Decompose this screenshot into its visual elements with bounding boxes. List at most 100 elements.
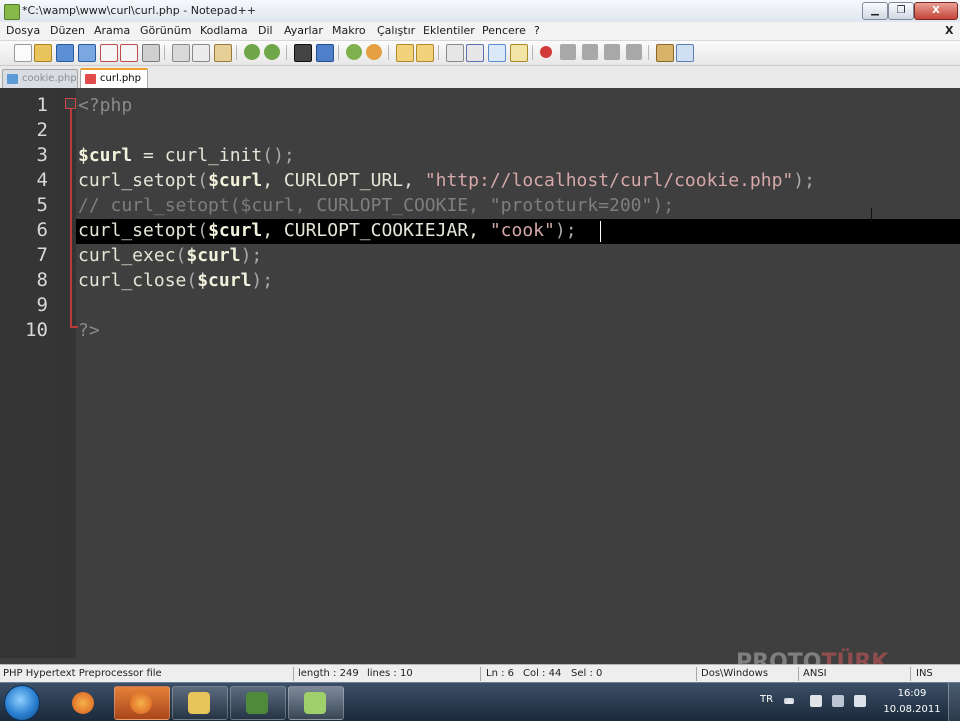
- copy-icon[interactable]: [192, 44, 210, 62]
- line-number[interactable]: 9: [8, 293, 48, 318]
- zoom-in-icon[interactable]: [346, 44, 362, 60]
- line-number[interactable]: 3: [8, 143, 48, 168]
- word-wrap-icon[interactable]: [446, 44, 464, 62]
- volume-icon[interactable]: [854, 695, 866, 707]
- code-token: (: [197, 220, 209, 241]
- network-icon[interactable]: [832, 695, 844, 707]
- replace-icon[interactable]: [316, 44, 334, 62]
- find-icon[interactable]: [294, 44, 312, 62]
- minimize-button[interactable]: ▁: [862, 2, 888, 20]
- menu-eklentiler[interactable]: Eklentiler: [423, 24, 475, 37]
- code-line[interactable]: ?>: [78, 318, 100, 343]
- code-token: curl_exec: [78, 245, 176, 266]
- close-file-icon[interactable]: [100, 44, 118, 62]
- code-line[interactable]: <?php: [78, 93, 132, 118]
- run-macro-multiple-icon[interactable]: [604, 44, 620, 60]
- menu-duzen[interactable]: Düzen: [50, 24, 85, 37]
- sync-vertical-icon[interactable]: [396, 44, 414, 62]
- code-line[interactable]: curl_setopt($curl, CURLOPT_URL, "http://…: [78, 168, 815, 193]
- user-language-icon[interactable]: [510, 44, 528, 62]
- code-token: curl_setopt: [78, 170, 198, 191]
- show-hidden-icons-icon[interactable]: [784, 698, 794, 704]
- window-title: *C:\wamp\www\curl\curl.php - Notepad++: [22, 4, 256, 17]
- code-line[interactable]: // curl_setopt($curl, CURLOPT_COOKIE, "p…: [78, 193, 674, 218]
- start-button[interactable]: [4, 685, 40, 721]
- menu-calistir[interactable]: Çalıştır: [377, 24, 415, 37]
- spell-check-icon[interactable]: [656, 44, 674, 62]
- abc-check-icon[interactable]: [676, 44, 694, 62]
- code-line[interactable]: curl_close($curl);: [78, 268, 273, 293]
- show-desktop-button[interactable]: [948, 683, 960, 721]
- menu-kodlama[interactable]: Kodlama: [200, 24, 248, 37]
- toolbar-separator: [388, 45, 389, 60]
- line-number[interactable]: 5: [8, 193, 48, 218]
- menu-dil[interactable]: Dil: [258, 24, 273, 37]
- line-number[interactable]: 4: [8, 168, 48, 193]
- close-document-button[interactable]: X: [945, 24, 953, 37]
- code-token: ();: [262, 145, 295, 166]
- maximize-button[interactable]: ❐: [888, 2, 914, 20]
- stop-record-icon[interactable]: [560, 44, 576, 60]
- menu-gorunum[interactable]: Görünüm: [140, 24, 191, 37]
- taskbar-explorer-button[interactable]: [172, 686, 228, 720]
- menu-ayarlar[interactable]: Ayarlar: [284, 24, 323, 37]
- fold-margin[interactable]: [56, 88, 76, 658]
- tab-curl-php[interactable]: curl.php: [80, 68, 148, 88]
- code-token: // curl_setopt($curl, CURLOPT_COOKIE, "p…: [78, 195, 675, 216]
- tab-label: cookie.php: [22, 73, 77, 84]
- undo-icon[interactable]: [244, 44, 260, 60]
- show-all-chars-icon[interactable]: [466, 44, 484, 62]
- menu-pencere[interactable]: Pencere: [482, 24, 526, 37]
- taskbar-firefox-button[interactable]: [56, 686, 112, 720]
- save-all-icon[interactable]: [78, 44, 96, 62]
- code-token: );: [554, 220, 577, 241]
- line-number[interactable]: 1: [8, 93, 48, 118]
- line-number[interactable]: 2: [8, 118, 48, 143]
- print-icon[interactable]: [142, 44, 160, 62]
- redo-icon[interactable]: [264, 44, 280, 60]
- sync-horizontal-icon[interactable]: [416, 44, 434, 62]
- status-encoding[interactable]: ANSI: [803, 668, 827, 679]
- play-macro-icon[interactable]: [582, 44, 598, 60]
- status-eol-format[interactable]: Dos\Windows: [701, 668, 768, 679]
- zoom-out-icon[interactable]: [366, 44, 382, 60]
- action-center-icon[interactable]: [810, 695, 822, 707]
- indent-guide-icon[interactable]: [488, 44, 506, 62]
- line-number[interactable]: 7: [8, 243, 48, 268]
- clock-time[interactable]: 16:09: [880, 688, 944, 699]
- code-line[interactable]: $curl = curl_init();: [78, 143, 295, 168]
- code-line[interactable]: curl_exec($curl);: [78, 243, 262, 268]
- paste-icon[interactable]: [214, 44, 232, 62]
- taskbar-firefox-active-button[interactable]: [114, 686, 170, 720]
- code-token: curl_setopt: [78, 220, 198, 241]
- save-icon[interactable]: [56, 44, 74, 62]
- record-macro-icon[interactable]: [540, 46, 552, 58]
- line-number[interactable]: 10: [8, 318, 48, 343]
- status-insert-mode[interactable]: INS: [916, 668, 933, 679]
- open-file-icon[interactable]: [34, 44, 52, 62]
- new-file-icon[interactable]: [14, 44, 32, 62]
- code-token: (: [186, 270, 198, 291]
- line-number[interactable]: 6: [8, 218, 48, 243]
- tray-language[interactable]: TR: [760, 694, 773, 705]
- menu-help[interactable]: ?: [534, 24, 540, 37]
- code-token: <?php: [78, 95, 133, 116]
- code-line[interactable]: curl_setopt($curl, CURLOPT_COOKIEJAR, "c…: [78, 218, 577, 243]
- file-icon: [7, 74, 18, 84]
- close-button[interactable]: X: [914, 2, 958, 20]
- cut-icon[interactable]: [172, 44, 190, 62]
- menu-dosya[interactable]: Dosya: [6, 24, 40, 37]
- code-token: $curl: [78, 145, 133, 166]
- taskbar-notepad-button[interactable]: [288, 686, 344, 720]
- code-editor[interactable]: 1 2 3 4 5 6 7 8 9 10 <?php $curl = curl_init(); cur…: [0, 88, 960, 658]
- menu-arama[interactable]: Arama: [94, 24, 130, 37]
- save-macro-icon[interactable]: [626, 44, 642, 60]
- fold-toggle-icon[interactable]: [65, 98, 76, 109]
- menu-makro[interactable]: Makro: [332, 24, 366, 37]
- close-all-icon[interactable]: [120, 44, 138, 62]
- tab-cookie-php[interactable]: cookie.php: [2, 69, 78, 88]
- line-number[interactable]: 8: [8, 268, 48, 293]
- taskbar: TR 16:09 10.08.2011: [0, 682, 960, 721]
- taskbar-camtasia-button[interactable]: [230, 686, 286, 720]
- clock-date[interactable]: 10.08.2011: [880, 704, 944, 715]
